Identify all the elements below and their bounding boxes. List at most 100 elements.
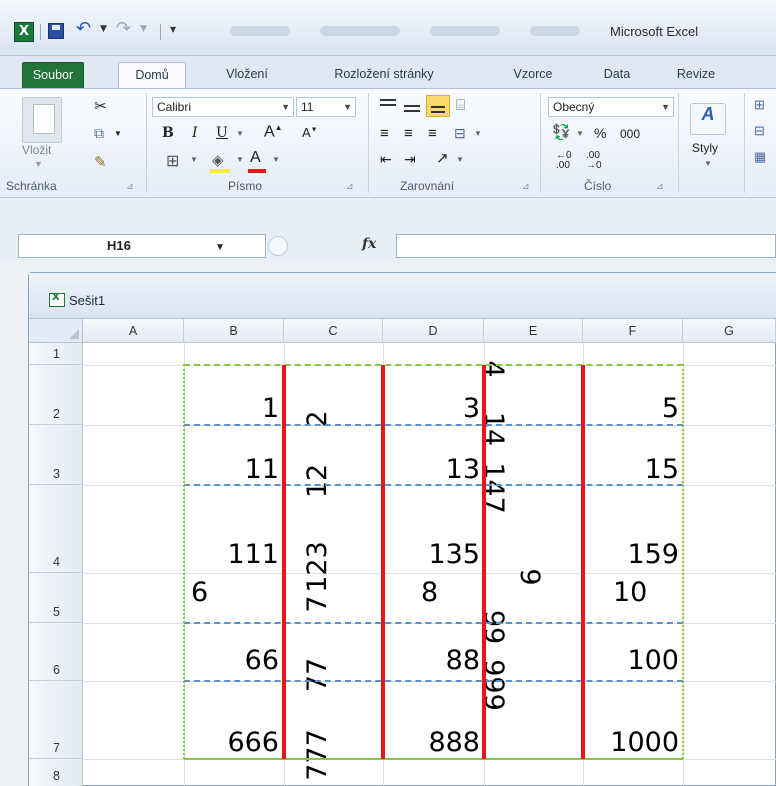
font-size-combo[interactable]: 11 ▼ xyxy=(296,97,356,117)
column-header-f[interactable]: F xyxy=(583,319,683,343)
cell-d2[interactable]: 3 xyxy=(386,395,480,422)
redo-icon[interactable]: ↷ xyxy=(116,18,131,39)
tab-page-layout[interactable]: Rozložení stránky xyxy=(314,62,454,88)
copy-icon[interactable]: ⧉ xyxy=(94,125,104,142)
paste-button[interactable]: Vložit xyxy=(22,143,51,157)
decrease-font-icon[interactable]: A▼ xyxy=(302,125,318,140)
merge-dropdown-icon[interactable]: ▼ xyxy=(474,129,482,138)
styles-button[interactable]: Styly xyxy=(692,141,718,155)
orientation-dropdown-icon[interactable]: ▼ xyxy=(456,155,464,164)
copy-dropdown-icon[interactable]: ▼ xyxy=(114,129,122,138)
currency-icon[interactable]: 💱 xyxy=(552,123,571,141)
row-header-7[interactable]: 7 xyxy=(29,681,83,759)
cell-c6[interactable]: 77 xyxy=(302,658,333,692)
insert-function-button[interactable]: fx xyxy=(362,236,376,252)
font-color-icon[interactable]: A xyxy=(250,149,261,167)
cell-d5[interactable]: 8 xyxy=(421,579,438,606)
column-header-a[interactable]: A xyxy=(83,319,184,343)
increase-font-icon[interactable]: A▲ xyxy=(264,123,283,141)
column-header-b[interactable]: B xyxy=(184,319,284,343)
cell-d3[interactable]: 13 xyxy=(386,456,480,483)
column-header-e[interactable]: E xyxy=(484,319,583,343)
cell-b2[interactable]: 1 xyxy=(187,395,279,422)
cell-b4[interactable]: 111 xyxy=(187,541,279,568)
row-header-2[interactable]: 2 xyxy=(29,365,83,425)
tab-data[interactable]: Data xyxy=(592,62,642,88)
cell-f7[interactable]: 1000 xyxy=(586,729,679,756)
font-color-dropdown-icon[interactable]: ▼ xyxy=(272,155,280,164)
thousands-button[interactable]: 000 xyxy=(620,127,640,141)
align-right-icon[interactable]: ≡ xyxy=(428,125,437,142)
styles-dropdown-icon[interactable]: ▼ xyxy=(704,159,712,168)
cell-d7[interactable]: 888 xyxy=(386,729,480,756)
merge-center-icon[interactable]: ⊟ xyxy=(454,125,466,142)
decrease-decimal-icon[interactable]: .00 →0 xyxy=(586,151,602,171)
row-header-8[interactable]: 8 xyxy=(29,759,83,786)
italic-icon[interactable]: I xyxy=(192,125,198,141)
styles-icon[interactable]: A xyxy=(690,103,726,135)
cell-f3[interactable]: 15 xyxy=(586,456,679,483)
wrap-text-icon[interactable]: ⌸ xyxy=(456,97,465,114)
formula-input[interactable] xyxy=(396,234,776,258)
cell-b3[interactable]: 11 xyxy=(187,456,279,483)
increase-decimal-icon[interactable]: ←0.00 xyxy=(556,151,572,171)
workbook-icon[interactable] xyxy=(49,292,65,307)
decrease-indent-icon[interactable]: ⇤ xyxy=(380,151,392,168)
row-header-5[interactable]: 5 xyxy=(29,573,83,623)
cell-f2[interactable]: 5 xyxy=(586,395,679,422)
percent-button[interactable]: % xyxy=(594,125,606,141)
chevron-down-icon[interactable]: ▼ xyxy=(215,237,225,259)
tab-file[interactable]: Soubor xyxy=(22,62,84,88)
tab-insert[interactable]: Vložení xyxy=(208,62,286,88)
bold-icon[interactable]: B xyxy=(162,125,174,141)
row-header-4[interactable]: 4 xyxy=(29,485,83,573)
row-header-6[interactable]: 6 xyxy=(29,623,83,681)
cell-f4[interactable]: 159 xyxy=(586,541,679,568)
insert-cells-icon[interactable]: ⊞ xyxy=(754,97,765,113)
currency-dropdown-icon[interactable]: ▼ xyxy=(576,129,584,138)
format-painter-icon[interactable]: ✎ xyxy=(94,153,107,171)
tab-home[interactable]: Domů xyxy=(118,62,186,88)
paste-icon[interactable] xyxy=(22,97,62,143)
increase-indent-icon[interactable]: ⇥ xyxy=(404,151,416,168)
cell-c4[interactable]: 123 xyxy=(302,541,333,593)
worksheet-grid[interactable]: A B C D E F G 1 2 3 4 5 6 7 8 1 11 111 6 xyxy=(29,319,776,786)
align-left-icon[interactable]: ≡ xyxy=(380,125,389,142)
cell-e5[interactable]: 9 xyxy=(514,568,545,585)
row-header-1[interactable]: 1 xyxy=(29,343,83,365)
save-icon[interactable] xyxy=(48,23,64,39)
clipboard-launcher-icon[interactable]: ⊿ xyxy=(126,182,134,192)
underline-dropdown-icon[interactable]: ▼ xyxy=(236,129,244,138)
cell-c7[interactable]: 777 xyxy=(302,729,333,781)
paste-dropdown-icon[interactable]: ▼ xyxy=(34,159,43,169)
borders-icon[interactable]: ⊞ xyxy=(166,151,179,171)
align-middle-icon[interactable] xyxy=(404,101,422,115)
column-header-d[interactable]: D xyxy=(383,319,484,343)
borders-dropdown-icon[interactable]: ▼ xyxy=(190,155,198,164)
column-header-c[interactable]: C xyxy=(284,319,383,343)
align-center-icon[interactable]: ≡ xyxy=(404,125,413,142)
tab-formulas[interactable]: Vzorce xyxy=(498,62,568,88)
cell-c3[interactable]: 12 xyxy=(302,464,333,498)
align-top-icon[interactable] xyxy=(380,99,398,113)
select-all-corner[interactable] xyxy=(29,319,83,343)
number-format-combo[interactable]: Obecný ▼ xyxy=(548,97,674,117)
row-header-3[interactable]: 3 xyxy=(29,425,83,485)
tab-review[interactable]: Revize xyxy=(666,62,726,88)
redo-dropdown-icon[interactable]: ▼ xyxy=(140,24,147,34)
number-launcher-icon[interactable]: ⊿ xyxy=(656,182,664,192)
cell-b5[interactable]: 6 xyxy=(191,579,208,606)
fill-color-dropdown-icon[interactable]: ▼ xyxy=(236,155,244,164)
cell-b6[interactable]: 66 xyxy=(187,647,279,674)
customize-quick-access-icon[interactable]: ▾ xyxy=(170,22,176,36)
cell-d4[interactable]: 135 xyxy=(386,541,480,568)
column-header-g[interactable]: G xyxy=(683,319,776,343)
name-box[interactable]: H16 ▼ xyxy=(18,234,266,258)
formula-bar-resize-handle[interactable] xyxy=(268,236,288,256)
cell-d6[interactable]: 88 xyxy=(386,647,480,674)
orientation-icon[interactable]: ↗ xyxy=(436,149,449,167)
font-name-combo[interactable]: Calibri ▼ xyxy=(152,97,294,117)
cell-b7[interactable]: 666 xyxy=(187,729,279,756)
cut-icon[interactable]: ✂ xyxy=(94,97,107,115)
cell-f5[interactable]: 10 xyxy=(613,579,647,606)
